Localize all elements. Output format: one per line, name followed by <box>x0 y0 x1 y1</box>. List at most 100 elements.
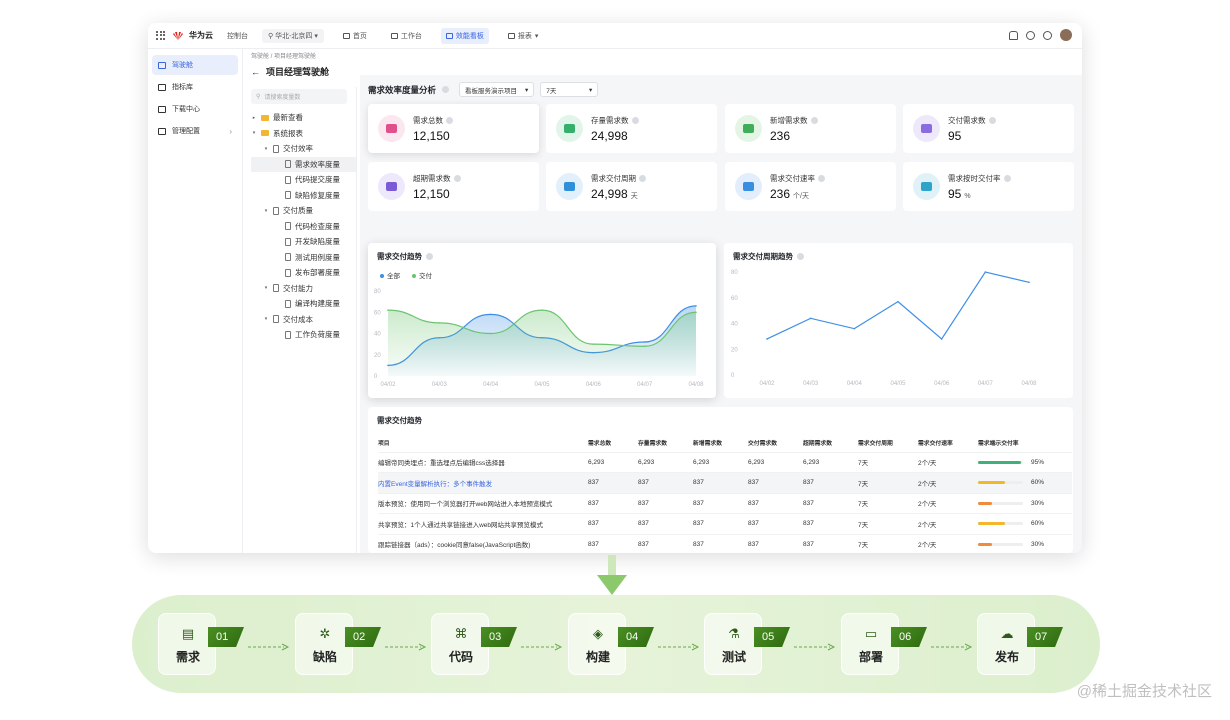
tree-node[interactable]: ▾ 系统报表 <box>251 126 356 142</box>
data-point[interactable] <box>695 305 697 307</box>
tree-node[interactable]: ▾ 交付质量 <box>251 203 356 219</box>
kpi-card[interactable]: 需求按时交付率 95% <box>903 162 1074 211</box>
nav-item-3[interactable]: 报表 ▾ <box>503 28 544 44</box>
kpi-card[interactable]: 存量需求数 24,998 <box>546 104 717 153</box>
nav-item-2[interactable]: 效能看板 <box>440 27 489 44</box>
data-point[interactable] <box>809 317 812 320</box>
data-point[interactable] <box>1028 281 1030 284</box>
bell-icon[interactable] <box>1009 30 1018 40</box>
project-name-cell[interactable]: 共享预览：1个人通过共享链接进入web网站共享预览模式 <box>378 513 588 534</box>
kpi-card[interactable]: 新增需求数 236 <box>725 104 896 153</box>
pipeline-stage[interactable]: ▤ 需求 01 <box>158 613 244 675</box>
tree-node[interactable]: 测试用例度量 <box>251 250 356 266</box>
kpi-card[interactable]: 交付需求数 95 <box>903 104 1074 153</box>
tree-node[interactable]: 工作负荷度量 <box>251 327 356 343</box>
table-row[interactable]: 共享预览：1个人通过共享链接进入web网站共享预览模式 837 837 837 837 8… <box>378 513 1072 534</box>
sidebar-item-1[interactable]: 指标库 <box>152 77 238 97</box>
tree-node[interactable]: ▾ 交付能力 <box>251 281 356 297</box>
data-point[interactable] <box>541 309 543 311</box>
data-point[interactable] <box>643 345 646 348</box>
table-row[interactable]: 编辑帝同类埋点：重选埋点后编辑css选择器 6,293 6,293 6,293 6,29… <box>378 451 1072 473</box>
series-line[interactable] <box>766 271 1030 340</box>
data-point[interactable] <box>438 322 441 324</box>
data-point[interactable] <box>897 300 899 303</box>
column-header[interactable]: 需求交付速率 <box>918 434 978 452</box>
console-link[interactable]: 控制台 <box>227 31 248 41</box>
info-icon[interactable] <box>818 174 825 182</box>
table-row[interactable]: 版本预览：使用同一个浏览器打开web网站进入本地预览模式 837 837 837 837… <box>378 492 1072 514</box>
caret-right-icon[interactable]: ▸ <box>251 115 257 121</box>
pipeline-stage[interactable]: ▭ 部署 06 <box>841 613 927 675</box>
tree-search-input[interactable]: ⚲ 请搜索度量数 <box>251 89 347 104</box>
tree-node[interactable]: 代码提交度量 <box>251 172 356 188</box>
column-header[interactable]: 存量需求数 <box>638 434 693 452</box>
kpi-card[interactable]: 需求交付速率 236 个/天 <box>725 162 896 211</box>
pipeline-stage[interactable]: ⚗ 测试 05 <box>704 613 790 675</box>
column-header[interactable]: 超期需求数 <box>803 434 858 452</box>
info-icon[interactable] <box>631 116 639 124</box>
pipeline-stage[interactable]: ◈ 构建 04 <box>568 613 654 675</box>
data-point[interactable] <box>489 332 492 335</box>
caret-down-icon[interactable]: ▾ <box>263 146 269 152</box>
help-icon[interactable] <box>1043 30 1052 40</box>
nav-item-0[interactable]: 首页 <box>338 28 372 44</box>
column-header[interactable]: 新增需求数 <box>693 434 748 452</box>
tree-node[interactable]: ▾ 交付成本 <box>251 312 356 328</box>
pipeline-stage[interactable]: ⌘ 代码 03 <box>431 613 517 675</box>
data-point[interactable] <box>940 338 943 340</box>
caret-down-icon[interactable]: ▾ <box>263 316 269 322</box>
caret-down-icon[interactable]: ▾ <box>251 130 257 136</box>
info-icon[interactable] <box>810 116 818 124</box>
column-header[interactable]: 需求交付周期 <box>858 434 918 452</box>
project-name-cell[interactable]: 跟踪链接器（ads）：cookie同意false(JavaScript函数) <box>378 533 588 553</box>
info-icon[interactable] <box>1003 174 1011 182</box>
info-icon[interactable] <box>442 86 450 93</box>
nav-item-1[interactable]: 工作台 <box>386 28 427 44</box>
data-point[interactable] <box>766 338 768 340</box>
caret-down-icon[interactable]: ▾ <box>263 208 269 214</box>
logo[interactable]: 华为云 <box>172 30 213 41</box>
data-point[interactable] <box>695 311 697 314</box>
sidebar-item-0[interactable]: 驾驶舱 <box>152 55 238 75</box>
avatar[interactable] <box>1060 29 1072 41</box>
apps-grid-icon[interactable] <box>156 30 166 41</box>
project-select[interactable]: 看板服务演示项目 ▾ <box>459 82 535 97</box>
column-header[interactable]: 交付需求数 <box>748 434 803 452</box>
pipeline-stage[interactable]: ☁ 发布 07 <box>977 613 1063 675</box>
tree-node[interactable]: 代码检查度量 <box>251 219 356 235</box>
period-select[interactable]: 7天 ▾ <box>540 82 599 97</box>
project-name-cell[interactable]: 编辑帝同类埋点：重选埋点后编辑css选择器 <box>378 451 588 473</box>
data-point[interactable] <box>489 313 492 316</box>
caret-down-icon[interactable]: ▾ <box>263 285 269 291</box>
pipeline-stage[interactable]: ✲ 缺陷 02 <box>295 613 381 675</box>
tree-node[interactable]: 需求效率度量 <box>251 156 356 172</box>
sidebar-item-2[interactable]: 下载中心 <box>152 99 238 119</box>
data-point[interactable] <box>984 271 987 273</box>
info-icon[interactable] <box>639 174 646 182</box>
table-row[interactable]: 内置Event变量解析执行：多个事件触发 837 837 837 837 837 7天 2个/… <box>378 472 1072 493</box>
kpi-card[interactable]: 需求交付周期 24,998 天 <box>546 162 717 211</box>
tree-node[interactable]: 发布部署度量 <box>251 265 356 281</box>
back-arrow-icon[interactable]: ← <box>251 67 260 77</box>
column-header[interactable]: 需求端示交付率 <box>978 434 1072 452</box>
column-header[interactable]: 需求总数 <box>588 434 638 452</box>
region-select[interactable]: ⚲ 华北-北京四 ▾ <box>262 28 324 43</box>
tree-node[interactable]: 开发缺陷度量 <box>251 234 356 250</box>
info-icon[interactable] <box>453 174 461 182</box>
check-circle-icon[interactable] <box>1026 30 1035 40</box>
data-point[interactable] <box>643 341 646 343</box>
tree-node[interactable]: 缺陷修复度量 <box>251 188 356 204</box>
tree-node[interactable]: 编译构建度量 <box>251 296 356 312</box>
sidebar-item-3[interactable]: 管理配置 › <box>152 121 238 141</box>
tree-node[interactable]: ▾ 交付效率 <box>251 141 356 157</box>
kpi-card[interactable]: 需求总数 12,150 <box>368 104 539 153</box>
table-row[interactable]: 跟踪链接器（ads）：cookie同意false(JavaScript函数) 83… <box>378 533 1072 553</box>
data-point[interactable] <box>387 309 389 311</box>
project-name-cell[interactable]: 内置Event变量解析执行：多个事件触发 <box>378 472 588 493</box>
tree-node[interactable]: ▸ 最新查看 <box>251 110 356 126</box>
project-name-cell[interactable]: 版本预览：使用同一个浏览器打开web网站进入本地预览模式 <box>378 492 588 514</box>
info-icon[interactable] <box>446 116 453 124</box>
kpi-card[interactable]: 超期需求数 12,150 <box>368 162 539 211</box>
info-icon[interactable] <box>988 116 996 124</box>
data-point[interactable] <box>853 327 856 330</box>
